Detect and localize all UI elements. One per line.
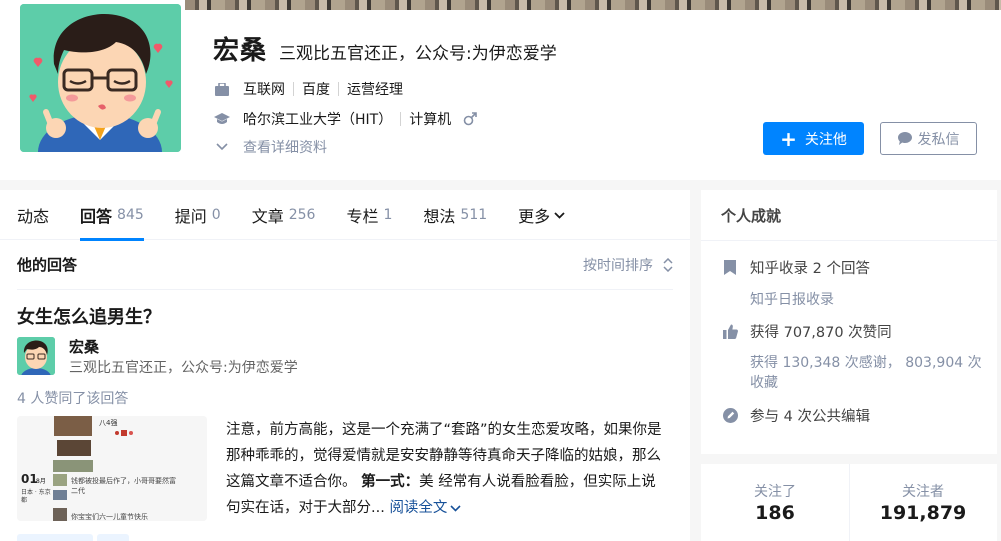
- user-name: 宏桑: [213, 36, 268, 66]
- chevron-down-icon: [450, 495, 462, 521]
- tab-count: 511: [460, 207, 488, 223]
- briefcase-icon: [213, 81, 231, 97]
- chat-bubble-icon: [897, 132, 912, 145]
- thumbnail-location: 日本 · 东京都: [21, 489, 51, 504]
- divider: [400, 112, 402, 126]
- thumbnail-line: 你宝宝们六一儿童节快乐: [71, 513, 148, 521]
- sort-arrows-icon: [663, 257, 673, 272]
- achievements-card: 个人成就 知乎收录 2 个回答 知乎日报收录 获得 707,870 次赞同 获得…: [701, 190, 997, 454]
- edits-row: 参与 4 次公共编辑: [721, 405, 870, 426]
- bookmark-icon: [721, 260, 739, 275]
- answer-excerpt[interactable]: 注意，前方高能，这是一个充满了“套路”的女生恋爱攻略，如果你是那种乖乖的，觉得爱…: [226, 417, 666, 521]
- followers-count: 191,879: [879, 502, 967, 524]
- tab-label: 文章: [251, 207, 284, 226]
- plus-icon: +: [780, 126, 797, 151]
- message-button[interactable]: 发私信: [880, 122, 977, 155]
- avatar[interactable]: [20, 4, 181, 152]
- view-details-label: 查看详细资料: [243, 140, 327, 156]
- school-text: 哈尔滨工业大学（HIT）: [243, 112, 393, 128]
- thumbnail-image: [17, 416, 207, 521]
- position-text: 运营经理: [347, 82, 403, 98]
- author-headline: 三观比五官还正，公众号:为伊恋爱学: [69, 360, 298, 376]
- sort-toggle[interactable]: 按时间排序: [583, 255, 673, 275]
- achievements-title: 个人成就: [721, 206, 782, 225]
- industry-text: 互联网: [243, 82, 285, 98]
- company-text: 百度: [302, 82, 330, 98]
- following-count: 186: [755, 502, 795, 524]
- profile-header: 宏桑 三观比五官还正，公众号:为伊恋爱学 互联网 百度 运营经理 哈尔滨工业大学…: [0, 0, 1001, 180]
- tab-label: 专栏: [346, 207, 379, 226]
- thumbnail-label: 八4强: [99, 419, 118, 427]
- divider: [293, 82, 294, 96]
- vote-down-button[interactable]: [97, 534, 129, 541]
- list-title: 他的回答: [17, 256, 78, 274]
- thanks-collect-text: 获得 130,348 次感谢， 803,904 次收藏: [750, 355, 982, 391]
- tab-label: 想法: [423, 207, 456, 226]
- answers-card: 动态 回答 845 提问 0 文章 256 专栏 1 想法 511 更多 他的回…: [0, 190, 690, 541]
- following-stat[interactable]: 关注了 186: [701, 464, 849, 541]
- divider: [701, 240, 997, 241]
- tab-more[interactable]: 更多: [518, 190, 565, 240]
- question-title[interactable]: 女生怎么追男生？: [17, 303, 161, 329]
- user-headline: 三观比五官还正，公众号:为伊恋爱学: [279, 44, 557, 64]
- name-row: 宏桑 三观比五官还正，公众号:为伊恋爱学: [213, 30, 557, 66]
- view-details-link[interactable]: 查看详细资料: [213, 137, 327, 157]
- author-name[interactable]: 宏桑: [69, 336, 99, 357]
- tab-label: 动态: [17, 207, 50, 226]
- male-icon: [461, 111, 479, 127]
- read-more-link[interactable]: 阅读全文: [389, 500, 462, 516]
- list-header: 他的回答 按时间排序: [17, 240, 673, 290]
- follow-button-label: 关注他: [804, 131, 847, 148]
- sort-label: 按时间排序: [583, 257, 653, 274]
- zhihu-included-text: 知乎收录 2 个回答: [750, 261, 870, 277]
- edit-pencil-icon: [721, 408, 739, 423]
- follow-stats-card: 关注了 186 关注者 191,879: [701, 464, 997, 541]
- employment-row: 互联网 百度 运营经理: [213, 79, 403, 99]
- education-row: 哈尔滨工业大学（HIT） 计算机: [213, 109, 479, 129]
- author-avatar[interactable]: [17, 337, 55, 375]
- follow-button[interactable]: + 关注他: [763, 122, 864, 155]
- thumbnail-date-unit: 8月: [36, 478, 46, 485]
- excerpt-bold: 第一式：: [361, 474, 420, 490]
- thumbs-up-icon: [721, 324, 739, 339]
- tab-questions[interactable]: 提问 0: [175, 190, 221, 240]
- tab-count: 1: [383, 207, 393, 223]
- cartoon-avatar-icon: [20, 4, 181, 152]
- tab-pins[interactable]: 想法 511: [423, 190, 487, 240]
- tab-label: 提问: [174, 207, 207, 226]
- message-button-label: 发私信: [917, 131, 960, 148]
- cartoon-avatar-icon: [17, 337, 55, 375]
- likes-text: 获得 707,870 次赞同: [750, 325, 892, 341]
- tab-count: 0: [211, 207, 221, 223]
- followers-stat[interactable]: 关注者 191,879: [849, 464, 997, 541]
- graduation-cap-icon: [213, 111, 231, 127]
- chevron-down-icon: [213, 139, 231, 155]
- tab-count: 845: [117, 207, 144, 223]
- tab-label: 回答: [80, 207, 113, 226]
- edits-text: 参与 4 次公共编辑: [750, 409, 870, 425]
- divider: [338, 82, 339, 96]
- cover-image: [185, 0, 1001, 10]
- tab-articles[interactable]: 文章 256: [252, 190, 316, 240]
- profile-tabs: 动态 回答 845 提问 0 文章 256 专栏 1 想法 511 更多: [0, 190, 690, 241]
- tab-columns[interactable]: 专栏 1: [346, 190, 392, 240]
- chevron-down-icon: [554, 211, 565, 219]
- tab-answers[interactable]: 回答 845: [80, 190, 144, 241]
- likes-row: 获得 707,870 次赞同: [721, 321, 892, 342]
- vote-button[interactable]: [17, 534, 93, 541]
- thumbnail-line: 钱都被投最后作了，小哥哥要然富二代: [71, 477, 176, 495]
- zhihu-included-row: 知乎收录 2 个回答: [721, 257, 870, 278]
- vote-count-text: 4 人赞同了该回答: [17, 391, 129, 407]
- read-more-label: 阅读全文: [389, 500, 448, 516]
- tab-activity[interactable]: 动态: [17, 190, 49, 240]
- tab-count: 256: [288, 207, 316, 223]
- answer-actions: [17, 534, 133, 541]
- daily-included-link[interactable]: 知乎日报收录: [750, 290, 982, 310]
- answer-thumbnail[interactable]: 八4强 01 8月 日本 · 东京都 钱都被投最后作了，小哥哥要然富二代 你宝宝…: [17, 416, 207, 521]
- major-text: 计算机: [409, 112, 452, 128]
- tab-label: 更多: [518, 207, 551, 226]
- followers-label: 关注者: [902, 484, 944, 500]
- following-label: 关注了: [754, 484, 796, 500]
